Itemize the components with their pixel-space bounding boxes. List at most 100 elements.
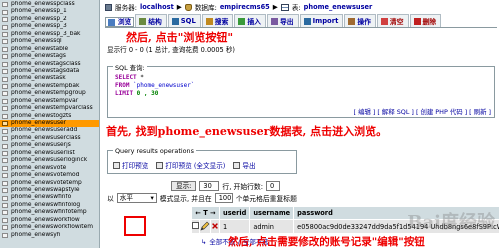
- table-icon[interactable]: [2, 17, 8, 23]
- table-icon[interactable]: [2, 203, 8, 209]
- table-list: phome_enewsspclass phome_enewssp_1 phome_e…: [0, 0, 99, 239]
- table-icon[interactable]: [2, 24, 8, 30]
- table-icon[interactable]: [2, 46, 8, 52]
- table-icon[interactable]: [2, 195, 8, 201]
- table-icon[interactable]: [2, 128, 8, 134]
- cell-username: admin: [249, 219, 295, 234]
- table-icon[interactable]: [2, 69, 8, 75]
- tab-0[interactable]: 浏览: [105, 17, 135, 27]
- table-icon[interactable]: [2, 9, 8, 15]
- row-checkbox[interactable]: [192, 222, 199, 229]
- sidebar-table-item[interactable]: phome_enewssp_3: [0, 23, 99, 30]
- sidebar-table-item[interactable]: phome_enewsvotemod: [0, 172, 99, 179]
- table-icon[interactable]: [2, 180, 8, 186]
- sidebar-table-item[interactable]: phome_enewswfinfolog: [0, 202, 99, 209]
- table-icon[interactable]: [2, 217, 8, 223]
- table-icon[interactable]: [2, 113, 8, 119]
- sidebar-table-label: phome_enewsyh: [11, 231, 61, 238]
- insert-icon: [238, 17, 246, 25]
- sidebar-table-item[interactable]: phome_enewssp_2: [0, 16, 99, 23]
- sql-keyword: FROM: [115, 82, 130, 89]
- sidebar-table-item[interactable]: phome_enewssp_3_bak: [0, 31, 99, 38]
- delete-button[interactable]: [210, 219, 220, 234]
- sidebar-table-item[interactable]: phome_enewstogzts: [0, 113, 99, 120]
- tab-6[interactable]: Import: [299, 14, 344, 27]
- repeat-headers-input[interactable]: 100: [214, 193, 233, 203]
- sidebar-table-label: phome_enewstags: [11, 53, 66, 60]
- tab-2[interactable]: SQL: [167, 14, 201, 27]
- tab-8[interactable]: 清空: [376, 14, 409, 27]
- sidebar-table-item[interactable]: phome_enewstable: [0, 46, 99, 53]
- tab-3[interactable]: 搜索: [201, 14, 234, 27]
- sidebar-table-item[interactable]: phome_enewstempgroup: [0, 90, 99, 97]
- table-icon[interactable]: [2, 106, 8, 112]
- tab-5[interactable]: 导出: [266, 14, 299, 27]
- print-preview-full-link[interactable]: 打印预览 (全文显示): [156, 160, 225, 170]
- table-icon[interactable]: [2, 91, 8, 97]
- column-header-userid[interactable]: userid: [218, 206, 251, 220]
- table-icon[interactable]: [2, 225, 8, 231]
- table-icon[interactable]: [2, 61, 8, 67]
- tab-9[interactable]: 删除: [409, 14, 442, 27]
- sidebar-table-item[interactable]: phome_enewsuserloginck: [0, 157, 99, 164]
- table-icon[interactable]: [2, 136, 8, 142]
- sidebar-table-item[interactable]: phome_enewsuserlist: [0, 150, 99, 157]
- sidebar-table-item[interactable]: phome_enewsworkflow: [0, 217, 99, 224]
- sidebar-table-item[interactable]: phome_enewsvotetemp: [0, 180, 99, 187]
- server-link[interactable]: localhost: [140, 3, 174, 11]
- table-link[interactable]: phome_enewsuser: [304, 3, 373, 11]
- sidebar-table-item[interactable]: phome_enewsuserclass: [0, 135, 99, 142]
- table-icon[interactable]: [2, 76, 8, 82]
- structure-icon: [139, 17, 147, 25]
- sidebar-table-item[interactable]: phome_enewsvote: [0, 165, 99, 172]
- sidebar-table-item[interactable]: phome_enewsworkflowitem: [0, 224, 99, 231]
- table-icon[interactable]: [2, 84, 8, 90]
- sidebar-table-item[interactable]: phome_enewstempvar: [0, 98, 99, 105]
- table-icon[interactable]: [2, 98, 8, 104]
- show-button[interactable]: 显示:: [171, 181, 197, 191]
- table-icon[interactable]: [2, 2, 8, 8]
- column-header-username[interactable]: username: [249, 206, 295, 220]
- table-icon[interactable]: [2, 54, 8, 60]
- sidebar-table-item[interactable]: phome_enewsspclass: [0, 1, 99, 8]
- sidebar-table-item[interactable]: phome_enewsuser: [0, 120, 99, 128]
- table-icon[interactable]: [2, 143, 8, 149]
- edit-button[interactable]: [199, 219, 211, 234]
- sidebar-table-item[interactable]: phome_enewsuseradd: [0, 127, 99, 134]
- display-mode-select[interactable]: 水平 ▾: [116, 193, 157, 203]
- table-icon[interactable]: [2, 232, 8, 238]
- table-icon[interactable]: [2, 165, 8, 171]
- table-icon[interactable]: [2, 210, 8, 216]
- sidebar-table-item[interactable]: phome_enewstempvarclass: [0, 105, 99, 112]
- table-icon[interactable]: [2, 188, 8, 194]
- sidebar-table-item[interactable]: phome_enewstask: [0, 75, 99, 82]
- sidebar-table-item[interactable]: phome_enewswfinfotemp: [0, 209, 99, 216]
- sidebar-table-item[interactable]: phome_enewstempbak: [0, 83, 99, 90]
- sidebar-table-item[interactable]: phome_enewstagsdata: [0, 68, 99, 75]
- table-icon[interactable]: [2, 150, 8, 156]
- export-link[interactable]: 导出: [233, 160, 256, 170]
- table-icon[interactable]: [2, 31, 8, 37]
- table-icon[interactable]: [2, 158, 8, 164]
- tab-4[interactable]: 插入: [234, 14, 266, 27]
- sidebar-table-item[interactable]: phome_enewstags: [0, 53, 99, 60]
- tab-1[interactable]: 结构: [135, 14, 167, 27]
- table-icon[interactable]: [2, 39, 8, 45]
- sidebar-table-item[interactable]: phome_enewssp_1: [0, 8, 99, 15]
- sidebar-table-item[interactable]: phome_enewstagsclass: [0, 61, 99, 68]
- database-link[interactable]: empirecms65: [220, 3, 270, 11]
- sidebar-table-item[interactable]: phome_enewswfinfo: [0, 194, 99, 201]
- sidebar-table-item[interactable]: phome_enewssql: [0, 38, 99, 45]
- start-row-input[interactable]: 0: [266, 181, 281, 191]
- table-icon[interactable]: [2, 173, 8, 179]
- sql-action-links[interactable]: [ 编辑 ] [ 解释 SQL ] [ 创建 PHP 代码 ] [ 刷新 ]: [354, 107, 491, 116]
- sidebar-table-label: phome_enewswfinfolog: [11, 201, 81, 208]
- sort-arrows-header[interactable]: ← T →: [191, 206, 220, 220]
- tab-7[interactable]: 操作: [344, 14, 376, 27]
- sidebar-table-item[interactable]: phome_enewswapstyle: [0, 187, 99, 194]
- print-preview-link[interactable]: 打印预览: [113, 160, 148, 170]
- rows-input[interactable]: 30: [199, 181, 220, 191]
- sidebar-table-item[interactable]: phome_enewsyh: [0, 232, 99, 239]
- table-icon[interactable]: [2, 121, 8, 127]
- sidebar-table-item[interactable]: phome_enewsuserjs: [0, 142, 99, 149]
